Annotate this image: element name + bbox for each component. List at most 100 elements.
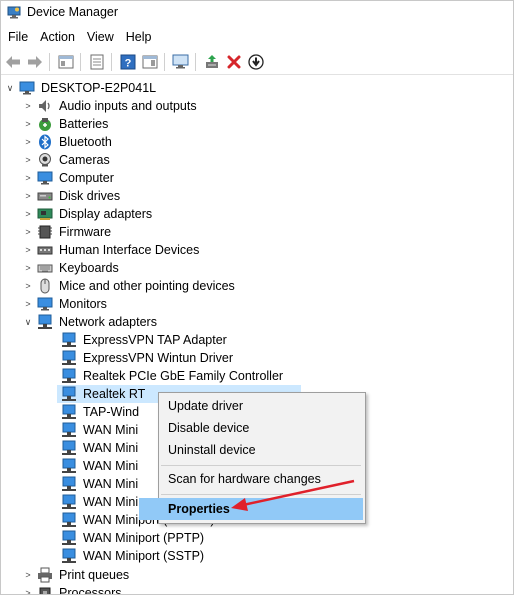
network-adapter-icon <box>61 332 77 348</box>
toolbar-separator <box>80 53 81 71</box>
tree-root[interactable]: ∨ DESKTOP-E2P041L <box>5 79 158 97</box>
collapse-chevron-icon[interactable]: ∨ <box>5 79 15 97</box>
network-adapter-icon <box>61 494 77 510</box>
adapter-item[interactable]: WAN Miniport (SSTP) <box>57 547 206 565</box>
tree-item-computer[interactable]: > Computer <box>23 169 116 187</box>
tree-item-label: Batteries <box>59 117 109 131</box>
tree-item-mice[interactable]: > Mice and other pointing devices <box>23 277 237 295</box>
menu-view[interactable]: View <box>81 30 120 44</box>
menu-item-properties[interactable]: Properties <box>139 498 363 520</box>
network-adapter-icon <box>61 458 77 474</box>
menu-file[interactable]: File <box>2 30 34 44</box>
tree-item-network-adapters[interactable]: ∨ Network adapters <box>23 313 159 331</box>
collapse-chevron-icon[interactable]: ∨ <box>23 313 33 331</box>
menu-item-disable-device[interactable]: Disable device <box>159 417 363 439</box>
tree-item-label: Monitors <box>59 297 107 311</box>
adapter-item[interactable]: TAP-Wind <box>57 403 141 421</box>
device-manager-icon <box>7 6 21 19</box>
adapter-item[interactable]: WAN Mini <box>57 457 140 475</box>
back-arrow-icon[interactable] <box>3 52 23 72</box>
adapter-label: WAN Miniport (SSTP) <box>83 549 205 563</box>
tree-item-monitors[interactable]: > Monitors <box>23 295 109 313</box>
expand-chevron-icon[interactable]: > <box>23 259 33 277</box>
menu-item-uninstall-device[interactable]: Uninstall device <box>159 439 363 461</box>
disable-device-icon[interactable] <box>246 52 266 72</box>
menu-item-scan-hardware[interactable]: Scan for hardware changes <box>159 468 363 490</box>
adapter-item[interactable]: ExpressVPN TAP Adapter <box>57 331 229 349</box>
tree-item-print-queues[interactable]: > Print queues <box>23 566 131 584</box>
firmware-icon <box>37 224 53 240</box>
network-adapter-icon <box>61 512 77 528</box>
tree-item-bluetooth[interactable]: > Bluetooth <box>23 133 114 151</box>
tree-item-firmware[interactable]: > Firmware <box>23 223 113 241</box>
uninstall-device-icon[interactable] <box>224 52 244 72</box>
expand-chevron-icon[interactable]: > <box>23 115 33 133</box>
menu-help[interactable]: Help <box>120 30 158 44</box>
expand-chevron-icon[interactable]: > <box>23 241 33 259</box>
expand-chevron-icon[interactable]: > <box>23 566 33 584</box>
tree-item-label: Display adapters <box>59 207 153 221</box>
adapter-item[interactable]: WAN Miniport (PPTP) <box>57 529 206 547</box>
action-pane-icon[interactable] <box>140 52 160 72</box>
tree-item-audio[interactable]: > Audio inputs and outputs <box>23 97 199 115</box>
toolbar-separator <box>195 53 196 71</box>
tree-item-disk-drives[interactable]: > Disk drives <box>23 187 122 205</box>
tree-item-label: Print queues <box>59 568 130 582</box>
adapter-item[interactable]: WAN Mini <box>57 421 140 439</box>
tree-item-hid[interactable]: > Human Interface Devices <box>23 241 201 259</box>
tree-item-batteries[interactable]: > Batteries <box>23 115 110 133</box>
expand-chevron-icon[interactable]: > <box>23 295 33 313</box>
expand-chevron-icon[interactable]: > <box>23 187 33 205</box>
speaker-icon <box>37 98 53 114</box>
monitor-scan-icon[interactable] <box>171 52 191 72</box>
expand-chevron-icon[interactable]: > <box>23 133 33 151</box>
adapter-label: Realtek RT <box>83 387 146 401</box>
display-adapter-icon <box>37 206 53 222</box>
adapter-item[interactable]: Realtek PCIe GbE Family Controller <box>57 367 285 385</box>
tree-root-label: DESKTOP-E2P041L <box>41 81 157 95</box>
expand-chevron-icon[interactable]: > <box>23 223 33 241</box>
tree-item-label: Processors <box>59 586 122 594</box>
help-icon[interactable]: ? <box>118 52 138 72</box>
expand-chevron-icon[interactable]: > <box>23 277 33 295</box>
tree-item-processors[interactable]: > Processors <box>23 584 124 594</box>
tree-item-display-adapters[interactable]: > Display adapters <box>23 205 154 223</box>
menu-separator <box>161 494 361 495</box>
keyboard-icon <box>37 260 53 276</box>
adapter-label: TAP-Wind <box>83 405 140 419</box>
menu-separator <box>161 465 361 466</box>
expand-chevron-icon[interactable]: > <box>23 169 33 187</box>
toolbar: ? <box>1 50 513 75</box>
network-adapter-icon <box>61 350 77 366</box>
processor-icon <box>37 585 53 594</box>
tree-item-keyboards[interactable]: > Keyboards <box>23 259 121 277</box>
expand-chevron-icon[interactable]: > <box>23 97 33 115</box>
network-adapter-icon <box>61 404 77 420</box>
adapter-label: WAN Miniport (PPTP) <box>83 531 205 545</box>
adapter-item[interactable]: WAN Mini <box>57 475 140 493</box>
context-menu: Update driver Disable device Uninstall d… <box>139 392 366 524</box>
menu-item-update-driver[interactable]: Update driver <box>159 395 363 417</box>
tree-item-cameras[interactable]: > Cameras <box>23 151 112 169</box>
camera-icon <box>37 152 53 168</box>
network-adapter-icon <box>61 368 77 384</box>
tree-item-label: Keyboards <box>59 261 119 275</box>
network-adapter-icon <box>61 530 77 546</box>
adapter-item[interactable]: WAN Mini <box>57 493 140 511</box>
tree-item-label: Network adapters <box>59 315 157 329</box>
expand-chevron-icon[interactable]: > <box>23 151 33 169</box>
adapter-label: WAN Mini <box>83 477 139 491</box>
menu-action[interactable]: Action <box>34 30 81 44</box>
tree-item-label: Disk drives <box>59 189 121 203</box>
forward-arrow-icon[interactable] <box>25 52 45 72</box>
adapter-item[interactable]: ExpressVPN Wintun Driver <box>57 349 235 367</box>
adapter-label: WAN Mini <box>83 459 139 473</box>
network-adapter-icon <box>61 440 77 456</box>
battery-icon <box>37 116 53 132</box>
show-hide-console-tree-icon[interactable] <box>56 52 76 72</box>
adapter-item[interactable]: WAN Mini <box>57 439 140 457</box>
update-driver-icon[interactable] <box>202 52 222 72</box>
expand-chevron-icon[interactable]: > <box>23 584 33 594</box>
expand-chevron-icon[interactable]: > <box>23 205 33 223</box>
properties-sheet-icon[interactable] <box>87 52 107 72</box>
